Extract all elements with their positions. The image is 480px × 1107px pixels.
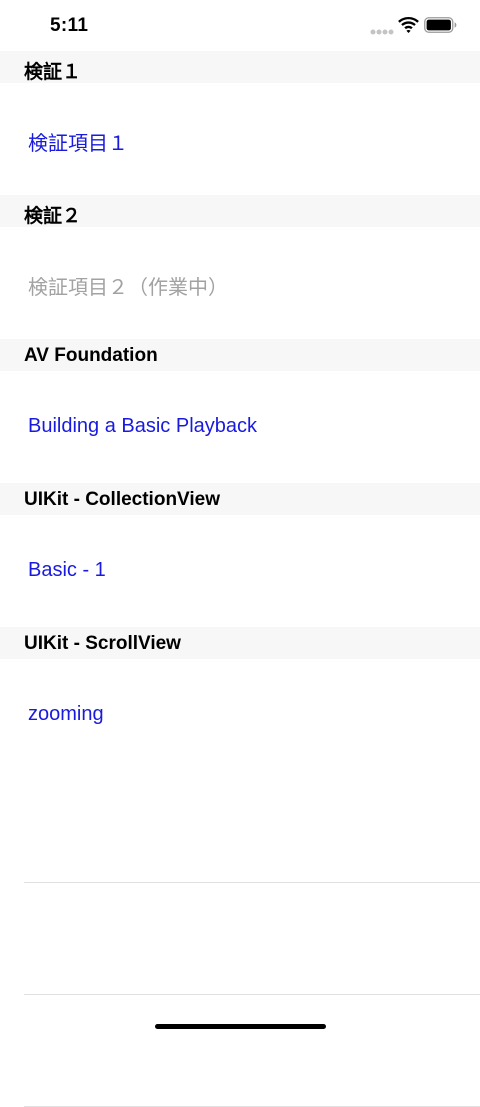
status-time: 5:11 [50, 15, 89, 36]
cellular-signal-icon [370, 29, 394, 35]
section-title: 検証２ [24, 206, 82, 227]
table-view[interactable]: 検証１ 検証項目１ 検証２ 検証項目２（作業中） AV Foundation B… [0, 51, 480, 1107]
status-bar: 5:11 [0, 0, 480, 50]
section-header: 検証２ [0, 195, 480, 227]
table-row[interactable]: Basic - 1 [0, 515, 480, 627]
wifi-icon [398, 17, 419, 33]
section-title: 検証１ [24, 62, 82, 83]
row-label: Basic - 1 [28, 559, 106, 581]
row-label: 検証項目２（作業中） [28, 277, 228, 299]
empty-row-separator [24, 883, 480, 995]
table-row[interactable]: zooming [0, 659, 480, 771]
section-title: AV Foundation [24, 345, 158, 366]
section-header: AV Foundation [0, 339, 480, 371]
row-label: Building a Basic Playback [28, 415, 258, 437]
section-header: 検証１ [0, 51, 480, 83]
home-indicator[interactable] [155, 1024, 326, 1029]
section-title: UIKit - CollectionView [24, 489, 221, 510]
section-header: UIKit - ScrollView [0, 627, 480, 659]
table-row: 検証項目２（作業中） [0, 227, 480, 339]
row-label: 検証項目１ [28, 133, 128, 155]
empty-row-separator [24, 771, 480, 883]
battery-icon [424, 17, 457, 33]
table-row[interactable]: 検証項目１ [0, 83, 480, 195]
section-title: UIKit - ScrollView [24, 633, 181, 654]
row-label: zooming [28, 703, 104, 725]
section-header: UIKit - CollectionView [0, 483, 480, 515]
empty-row-separator [24, 995, 480, 1107]
table-row[interactable]: Building a Basic Playback [0, 371, 480, 483]
